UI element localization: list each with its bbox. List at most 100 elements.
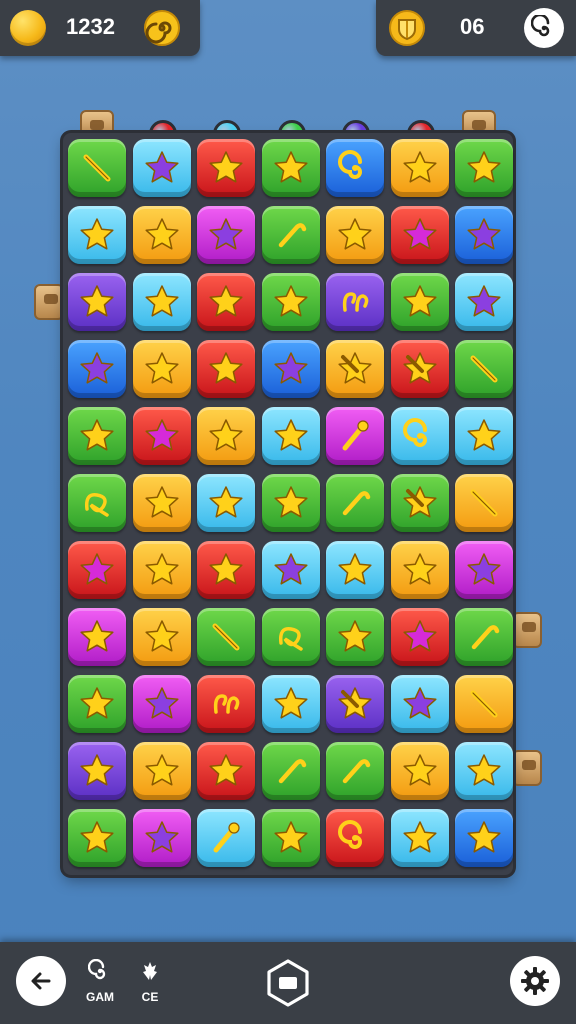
star-purple-icon <box>144 151 179 183</box>
star-icon <box>80 687 114 719</box>
tile-purple-curl[interactable] <box>326 273 384 331</box>
tile-cyan-star[interactable] <box>455 407 513 465</box>
swirl-icon <box>402 418 427 447</box>
tile-cyan-swirl[interactable] <box>390 407 449 465</box>
board-center-button[interactable] <box>264 958 312 1008</box>
tile-orange-star[interactable] <box>197 407 255 465</box>
star-icon <box>273 821 308 853</box>
tile-magenta-star-purple[interactable] <box>197 206 255 264</box>
star-icon <box>209 486 243 518</box>
tile-red-star[interactable] <box>197 139 255 197</box>
tile-blue-swirl[interactable] <box>326 139 384 197</box>
stick-icon <box>212 623 240 651</box>
tile-orange-star[interactable] <box>132 541 191 599</box>
swirl-menu-button[interactable] <box>524 8 564 48</box>
tile-green-cane[interactable] <box>455 608 513 666</box>
tile-blue-star-purple[interactable] <box>455 206 513 264</box>
tile-orange-star[interactable] <box>132 340 191 398</box>
tile-red-star-magenta[interactable] <box>390 206 449 264</box>
tile-cyan-star[interactable] <box>326 541 384 599</box>
tile-orange-star[interactable] <box>132 206 191 264</box>
star-icon <box>80 218 114 250</box>
tile-green-cane[interactable] <box>326 474 384 532</box>
tile-green-stick[interactable] <box>197 608 255 666</box>
tile-magenta-star[interactable] <box>68 608 126 666</box>
star-purple-icon <box>467 285 501 317</box>
tile-cyan-star-purple[interactable] <box>132 139 191 197</box>
tile-red-star[interactable] <box>197 273 255 331</box>
tile-green-stick[interactable] <box>68 139 126 197</box>
tile-green-stick[interactable] <box>455 340 513 398</box>
tile-green-star[interactable] <box>261 809 320 867</box>
tile-red-star-wand[interactable] <box>390 340 449 398</box>
swirl-shop-icon[interactable] <box>142 8 182 48</box>
back-button[interactable] <box>16 956 66 1006</box>
tile-magenta-star-purple[interactable] <box>132 809 191 867</box>
tile-green-star[interactable] <box>261 139 320 197</box>
tile-red-star[interactable] <box>197 541 255 599</box>
tile-green-knot[interactable] <box>261 608 320 666</box>
tile-orange-star[interactable] <box>132 474 191 532</box>
star-icon <box>80 754 114 786</box>
tile-purple-star-wand[interactable] <box>326 675 384 733</box>
tile-blue-star-purple[interactable] <box>261 340 320 398</box>
tile-green-cane[interactable] <box>261 742 320 800</box>
tile-cyan-star[interactable] <box>261 675 320 733</box>
tile-cyan-star[interactable] <box>197 474 255 532</box>
tile-green-cane[interactable] <box>326 742 384 800</box>
tile-cyan-wand[interactable] <box>197 809 255 867</box>
tile-red-star-magenta[interactable] <box>390 608 449 666</box>
tile-purple-star[interactable] <box>68 273 126 331</box>
star-icon <box>338 218 372 250</box>
tile-cyan-star[interactable] <box>261 407 320 465</box>
game-tab-button[interactable] <box>80 956 120 986</box>
tile-magenta-star-purple[interactable] <box>132 675 191 733</box>
tile-green-knot[interactable] <box>68 474 126 532</box>
tile-orange-star[interactable] <box>390 541 449 599</box>
tile-orange-stick[interactable] <box>455 675 513 733</box>
tile-green-star[interactable] <box>326 608 384 666</box>
tile-cyan-star[interactable] <box>132 273 191 331</box>
tile-orange-star[interactable] <box>390 742 449 800</box>
tile-cyan-star[interactable] <box>390 809 449 867</box>
moves-counter-bar: 06 <box>376 0 576 56</box>
tile-cyan-star-purple[interactable] <box>261 541 320 599</box>
tile-magenta-star-purple[interactable] <box>455 541 513 599</box>
tile-red-star-magenta[interactable] <box>68 541 126 599</box>
star-wand-icon <box>338 352 372 384</box>
tile-green-star[interactable] <box>455 139 513 197</box>
tile-red-star-magenta[interactable] <box>132 407 191 465</box>
tile-orange-star[interactable] <box>390 139 449 197</box>
tile-red-swirl[interactable] <box>326 809 384 867</box>
tile-blue-star[interactable] <box>455 809 513 867</box>
tile-green-star[interactable] <box>68 809 126 867</box>
tile-orange-star-wand[interactable] <box>326 340 384 398</box>
tile-orange-star[interactable] <box>132 608 191 666</box>
tile-orange-star[interactable] <box>132 742 191 800</box>
tile-orange-stick[interactable] <box>455 474 513 532</box>
tile-green-star-wand[interactable] <box>390 474 449 532</box>
tile-red-star[interactable] <box>197 340 255 398</box>
tile-green-star[interactable] <box>261 474 320 532</box>
tile-cyan-star-purple[interactable] <box>455 273 513 331</box>
tile-magenta-wand[interactable] <box>326 407 384 465</box>
star-icon <box>80 419 114 451</box>
tile-blue-star-purple[interactable] <box>68 340 126 398</box>
tile-green-cane[interactable] <box>261 206 320 264</box>
star-icon <box>338 620 372 652</box>
tile-green-star[interactable] <box>68 407 126 465</box>
tile-red-star[interactable] <box>197 742 255 800</box>
settings-button[interactable] <box>510 956 560 1006</box>
tile-purple-star[interactable] <box>68 742 126 800</box>
shield-bonus-icon[interactable] <box>388 9 426 47</box>
tile-cyan-star[interactable] <box>455 742 513 800</box>
tile-green-star[interactable] <box>390 273 449 331</box>
ce-tab-button[interactable] <box>130 956 170 986</box>
tile-orange-star[interactable] <box>326 206 384 264</box>
tile-red-curl[interactable] <box>197 675 255 733</box>
tile-cyan-star-purple[interactable] <box>390 675 449 733</box>
tile-green-star[interactable] <box>68 675 126 733</box>
star-icon <box>467 151 501 183</box>
tile-cyan-star[interactable] <box>68 206 126 264</box>
tile-green-star[interactable] <box>261 273 320 331</box>
